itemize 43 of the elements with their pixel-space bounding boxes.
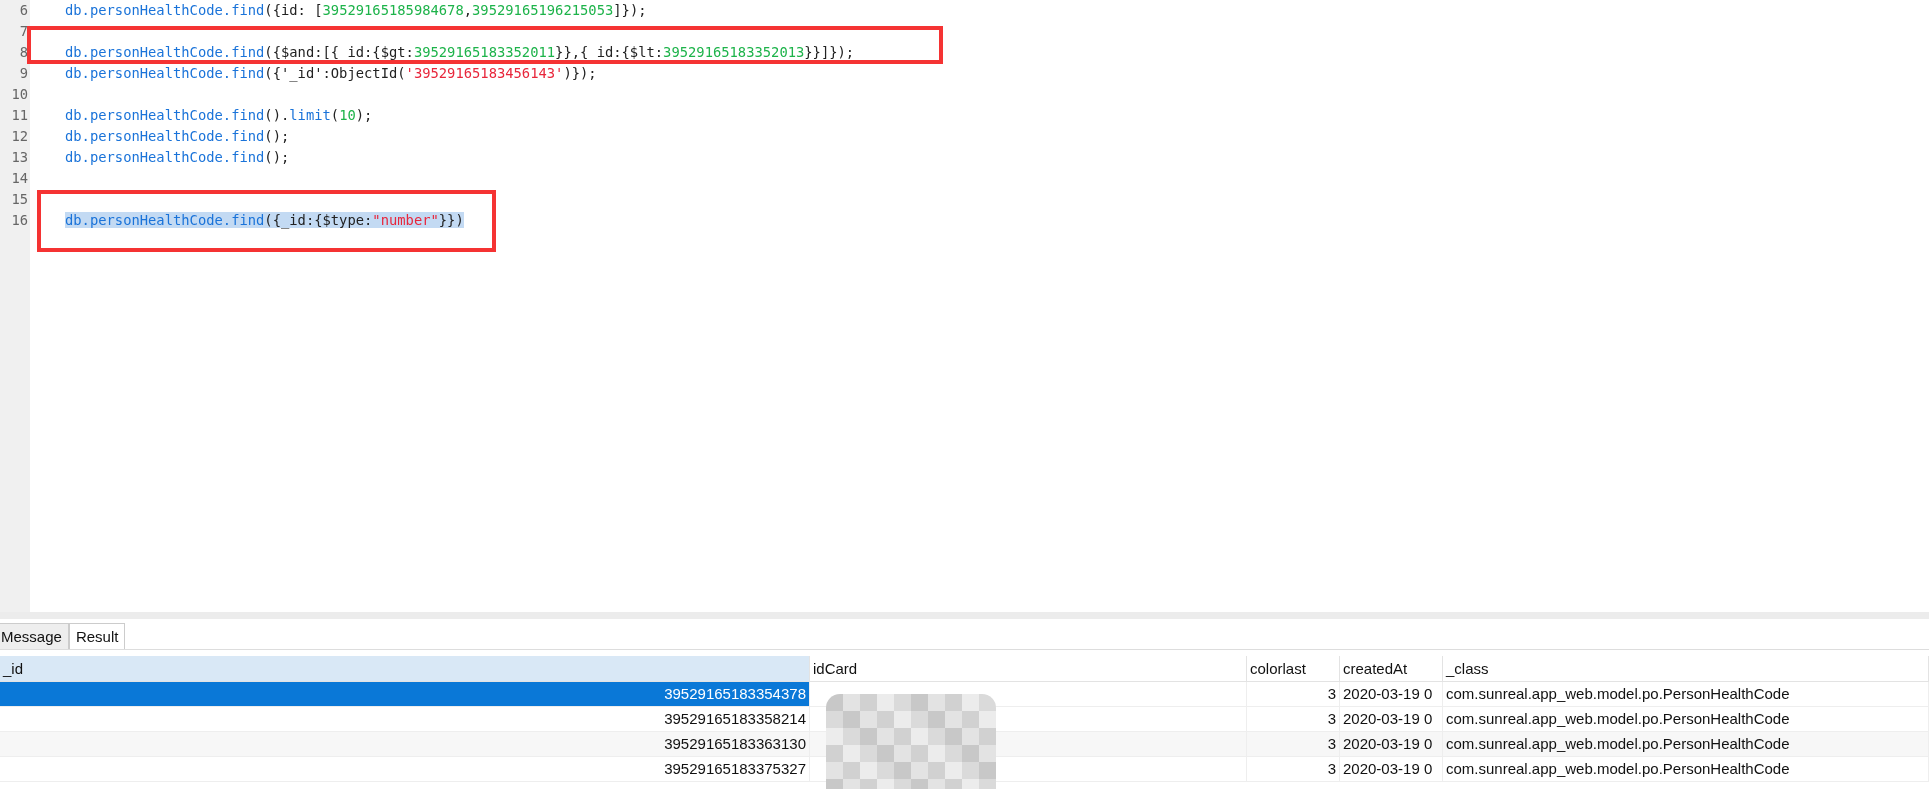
table-cell: 39529165183358214 [0,707,810,731]
column-header[interactable]: idCard [810,656,1247,682]
table-cell: 39529165183354378 [0,682,810,706]
tab[interactable]: Result [68,623,126,649]
table-cell: 39529165183363130 [0,732,810,756]
table-cell: 39529165183375327 [0,757,810,781]
code-line: db.personHealthCode.find({id: [39529165185984678,39529165196215053]}); [65,2,647,18]
table-cell: 2020-03-19 0 [1340,707,1443,731]
line-number: 6 [18,1,29,20]
line-number: 12 [10,127,29,146]
code-line: db.personHealthCode.find(); [65,128,290,144]
code-line: db.personHealthCode.find({'_id':ObjectId('39529165183456143')}); [65,65,597,81]
table-cell: com.sunreal.app_web.model.po.PersonHealthCode [1443,732,1929,756]
table-cell: 2020-03-19 0 [1340,757,1443,781]
table-cell: 2020-03-19 0 [1340,682,1443,706]
table-cell: 3 [1247,682,1340,706]
table-row[interactable]: 39529165183375327 3 2020-03-19 0 com.sunreal.app_web.model.po.PersonHealthCode [0,757,1929,782]
column-header[interactable]: colorlast [1247,656,1340,682]
line-number: 8 [18,43,29,62]
table-row[interactable]: 39529165183358214 3 2020-03-19 0 com.sunreal.app_web.model.po.PersonHealthCode [0,707,1929,732]
line-number: 10 [10,85,29,104]
table-row[interactable]: 39529165183363130 3 2020-03-19 0 com.sunreal.app_web.model.po.PersonHealthCode [0,732,1929,757]
table-cell: com.sunreal.app_web.model.po.PersonHealthCode [1443,682,1929,706]
code-line: db.personHealthCode.find(); [65,149,290,165]
line-number: 9 [18,64,29,83]
table-cell: 3 [1247,732,1340,756]
column-header[interactable]: _id [0,656,810,682]
code-line: db.personHealthCode.find({$and:[{_id:{$gt:39529165183352011}},{_id:{$lt:39529165183352013}}]}); [65,44,855,60]
table-cell: 3 [1247,707,1340,731]
code-line: db.personHealthCode.find().limit(10); [65,107,373,123]
table-cell: com.sunreal.app_web.model.po.PersonHealthCode [1443,707,1929,731]
column-header[interactable]: createdAt [1340,656,1443,682]
table-cell: com.sunreal.app_web.model.po.PersonHealthCode [1443,757,1929,781]
table-cell: 2020-03-19 0 [1340,732,1443,756]
line-number: 13 [10,148,29,167]
line-number: 11 [10,106,29,125]
line-number: 16 [10,211,29,230]
line-number: 14 [10,169,29,188]
line-number: 15 [10,190,29,209]
column-header[interactable]: _class [1443,656,1929,682]
tab[interactable]: Message [0,623,69,649]
table-cell: 3 [1247,757,1340,781]
line-number: 7 [18,22,29,41]
